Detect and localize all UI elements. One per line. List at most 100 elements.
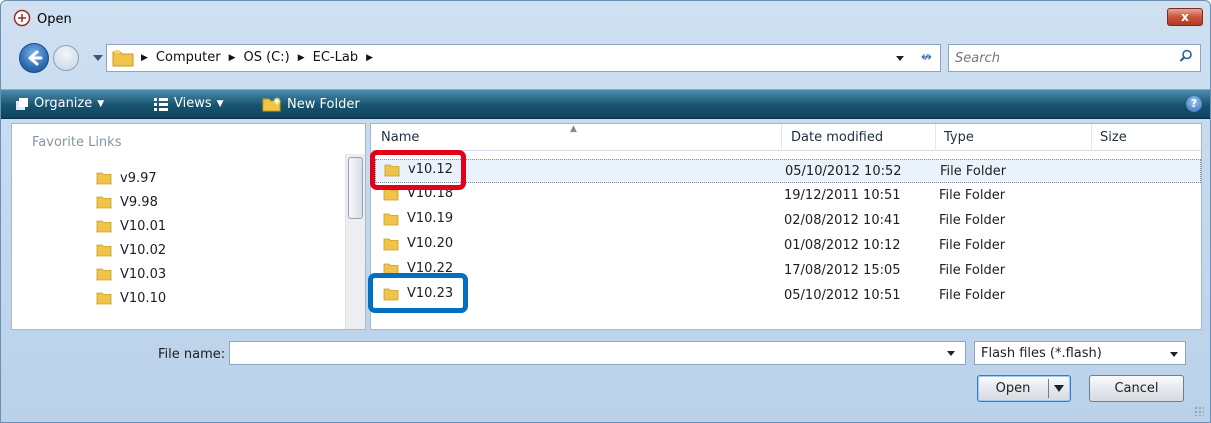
tree-item-label: V10.02 xyxy=(120,242,167,258)
file-row[interactable]: v10.12 05/10/2012 10:52 File Folder xyxy=(375,159,1201,183)
open-options-dropdown-icon[interactable] xyxy=(1054,385,1064,392)
forward-button[interactable] xyxy=(53,45,79,71)
column-header-name[interactable]: Name xyxy=(381,130,419,145)
recent-pages-dropdown-icon[interactable] xyxy=(93,55,103,61)
tree-item[interactable]: v9.97 xyxy=(96,167,157,189)
file-list: ▲ Name Date modified Type Size v10.12 05… xyxy=(370,123,1202,330)
folder-icon xyxy=(96,268,112,281)
chevron-down-icon xyxy=(1170,352,1178,357)
chevron-down-icon: ▼ xyxy=(216,98,224,109)
views-menu[interactable]: Views ▼ xyxy=(153,96,224,111)
file-type: File Folder xyxy=(939,238,1006,253)
organize-menu[interactable]: Organize ▼ xyxy=(15,96,104,111)
close-button[interactable]: x xyxy=(1167,8,1203,26)
folder-icon xyxy=(96,196,112,209)
folder-icon xyxy=(383,238,399,250)
tree-item-label: V10.10 xyxy=(120,290,167,306)
breadcrumb-os-c[interactable]: OS (C:) xyxy=(243,50,289,65)
favorite-links-header: Favorite Links xyxy=(32,135,122,150)
file-date: 19/12/2011 10:51 xyxy=(784,188,901,203)
folder-icon xyxy=(96,292,112,305)
file-type: File Folder xyxy=(939,188,1006,203)
tree-item-label: V10.01 xyxy=(120,218,167,234)
file-name: V10.20 xyxy=(407,236,454,251)
open-dialog-icon xyxy=(13,9,31,27)
resize-grip[interactable] xyxy=(1194,406,1204,416)
file-row[interactable]: V10.22 17/08/2012 15:05 File Folder xyxy=(375,259,1201,283)
tree-item[interactable]: V9.98 xyxy=(96,191,158,213)
scrollbar[interactable] xyxy=(345,154,365,329)
file-type: File Folder xyxy=(939,263,1006,278)
file-row[interactable]: V10.23 05/10/2012 10:51 File Folder xyxy=(375,284,1201,308)
column-header-type[interactable]: Type xyxy=(944,130,974,145)
scroll-thumb[interactable] xyxy=(348,157,363,219)
tree-item[interactable]: V10.03 xyxy=(96,263,166,285)
file-name: V10.19 xyxy=(407,211,454,226)
folder-icon xyxy=(96,244,112,257)
file-name-input[interactable] xyxy=(229,341,966,365)
refresh-icon[interactable]: ↮ xyxy=(921,50,932,65)
open-button-label: Open xyxy=(995,381,1031,396)
organize-label: Organize xyxy=(34,96,93,111)
file-row[interactable]: V10.20 01/08/2012 10:12 File Folder xyxy=(375,234,1201,258)
navigation-bar: ▶ Computer ▶ OS (C:) ▶ EC-Lab ▶ ↮ xyxy=(1,39,1210,75)
file-date: 17/08/2012 15:05 xyxy=(784,263,901,278)
file-type: File Folder xyxy=(940,164,1007,179)
organize-icon xyxy=(16,97,28,110)
file-name-cell: V10.19 xyxy=(383,211,453,226)
navigation-pane: Favorite Links v9.97 V9.98 V10.01 V10.02… xyxy=(11,123,366,330)
search-box xyxy=(948,44,1201,72)
tree-item[interactable]: V10.02 xyxy=(96,239,166,261)
file-type-filter-value: Flash files (*.flash) xyxy=(981,346,1102,361)
chevron-right-icon[interactable]: ▶ xyxy=(366,50,373,65)
tree-item-label: V9.98 xyxy=(120,194,158,210)
column-header-size[interactable]: Size xyxy=(1100,130,1127,145)
file-date: 05/10/2012 10:51 xyxy=(784,288,901,303)
file-name-dropdown-icon[interactable] xyxy=(947,351,955,356)
breadcrumb: ▶ Computer ▶ OS (C:) ▶ EC-Lab ▶ xyxy=(141,50,373,65)
column-divider[interactable] xyxy=(935,124,936,151)
help-icon[interactable]: ? xyxy=(1186,96,1202,112)
tree-item-label: v9.97 xyxy=(120,170,157,186)
folder-icon xyxy=(96,172,112,185)
blue-highlight-box xyxy=(368,273,468,313)
column-header: ▲ Name Date modified Type Size xyxy=(371,124,1201,151)
column-divider[interactable] xyxy=(1091,124,1092,151)
file-name-label: File name: xyxy=(158,347,226,362)
breadcrumb-computer[interactable]: Computer xyxy=(156,50,221,65)
new-folder-label: New Folder xyxy=(287,96,360,112)
new-folder-icon xyxy=(262,97,281,112)
tree-item[interactable]: V10.10 xyxy=(96,287,166,309)
back-button[interactable] xyxy=(19,43,49,73)
file-row[interactable]: V10.19 02/08/2012 10:41 File Folder xyxy=(375,209,1201,233)
sort-ascending-icon: ▲ xyxy=(570,124,577,134)
cancel-button[interactable]: Cancel xyxy=(1089,375,1184,402)
file-type: File Folder xyxy=(939,213,1006,228)
file-date: 01/08/2012 10:12 xyxy=(784,238,901,253)
search-icon[interactable] xyxy=(1179,49,1193,63)
file-date: 05/10/2012 10:52 xyxy=(785,164,902,179)
chevron-right-icon[interactable]: ▶ xyxy=(229,50,236,65)
arrow-left-icon xyxy=(28,50,43,66)
tree-item[interactable]: V10.01 xyxy=(96,215,166,237)
file-type-filter-select[interactable]: Flash files (*.flash) xyxy=(974,341,1186,365)
chevron-right-icon[interactable]: ▶ xyxy=(298,50,305,65)
search-input[interactable] xyxy=(953,48,1163,68)
open-dialog: Open x ▶ Computer ▶ OS (C:) ▶ EC-Lab ▶ ↮… xyxy=(0,0,1211,423)
column-divider[interactable] xyxy=(781,124,782,151)
title-bar: Open x xyxy=(1,1,1210,39)
file-row[interactable]: V10.18 19/12/2011 10:51 File Folder xyxy=(375,184,1201,208)
address-dropdown-icon[interactable] xyxy=(896,56,904,61)
breadcrumb-ec-lab[interactable]: EC-Lab xyxy=(313,50,358,65)
split-divider xyxy=(1048,379,1049,398)
file-date: 02/08/2012 10:41 xyxy=(784,213,901,228)
open-button[interactable]: Open xyxy=(977,375,1071,402)
red-highlight-box xyxy=(370,150,466,190)
file-type: File Folder xyxy=(939,288,1006,303)
address-bar[interactable]: ▶ Computer ▶ OS (C:) ▶ EC-Lab ▶ ↮ xyxy=(106,44,941,72)
column-header-date[interactable]: Date modified xyxy=(791,130,883,145)
new-folder-button[interactable]: New Folder xyxy=(262,96,360,112)
window-title: Open xyxy=(37,12,72,27)
views-icon xyxy=(154,97,168,111)
tree-item-label: V10.03 xyxy=(120,266,167,282)
